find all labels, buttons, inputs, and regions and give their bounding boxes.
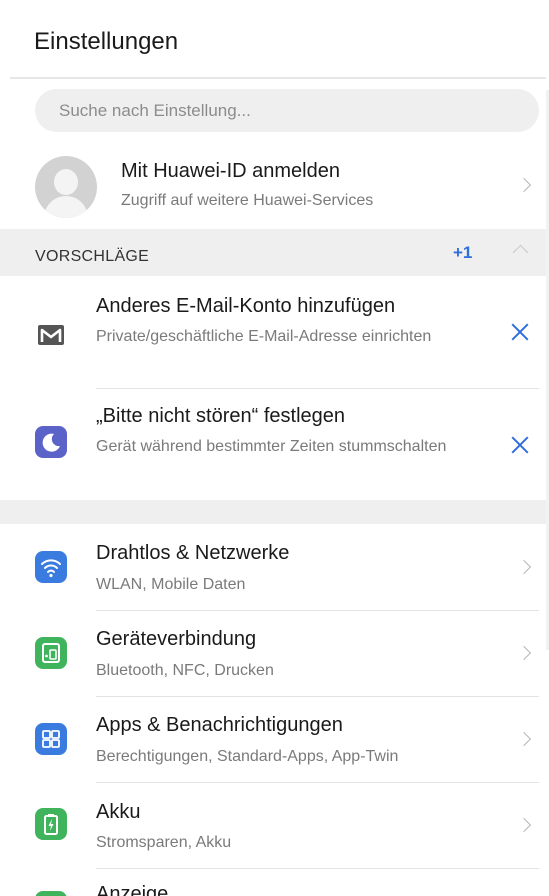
battery-icon <box>35 808 67 840</box>
close-icon[interactable] <box>509 321 531 343</box>
settings-item-title: Akku <box>96 801 141 823</box>
chevron-right-icon <box>516 559 532 575</box>
settings-item-title: Anzeige <box>96 883 169 896</box>
avatar <box>35 156 97 218</box>
settings-item-apps-notifications[interactable]: Apps & Benachrichtigungen Berechtigungen… <box>0 697 549 783</box>
device-connection-icon <box>35 637 67 669</box>
suggestion-title: „Bitte nicht stören“ festlegen <box>96 405 346 427</box>
chevron-right-icon <box>516 645 532 661</box>
suggestions-header: VORSCHLÄGE +1 <box>0 229 549 276</box>
suggestions-label: VORSCHLÄGE <box>35 248 150 265</box>
settings-item-subtitle: Bluetooth, NFC, Drucken <box>96 662 274 679</box>
search-input[interactable]: Suche nach Einstellung... <box>35 89 539 132</box>
mail-icon <box>35 319 67 351</box>
suggestion-title: Anderes E-Mail-Konto hinzufügen <box>96 295 396 317</box>
chevron-right-icon <box>516 817 532 833</box>
account-title: Mit Huawei-ID anmelden <box>121 160 340 182</box>
display-icon <box>35 891 67 896</box>
settings-item-device-connection[interactable]: Geräteverbindung Bluetooth, NFC, Drucken <box>0 611 549 697</box>
moon-icon <box>35 426 67 458</box>
header-divider <box>10 77 546 79</box>
settings-item-subtitle: WLAN, Mobile Daten <box>96 576 246 593</box>
chevron-right-icon <box>516 177 532 193</box>
settings-item-title: Drahtlos & Netzwerke <box>96 542 290 564</box>
apps-icon <box>35 723 67 755</box>
app-header: Einstellungen <box>0 0 549 79</box>
suggestion-subtitle: Gerät während bestimmter Zeiten stummsch… <box>96 438 447 455</box>
settings-item-subtitle: Stromsparen, Akku <box>96 834 232 851</box>
suggestion-subtitle: Private/geschäftliche E-Mail-Adresse ein… <box>96 328 432 345</box>
suggestions-count-badge[interactable]: +1 <box>453 243 472 263</box>
section-gap <box>0 500 549 524</box>
suggestion-item-do-not-disturb[interactable]: „Bitte nicht stören“ festlegen Gerät wäh… <box>0 389 549 500</box>
wifi-icon <box>35 551 67 583</box>
settings-item-battery[interactable]: Akku Stromsparen, Akku <box>0 783 549 869</box>
page-title: Einstellungen <box>34 28 179 55</box>
huawei-id-login-item[interactable]: Mit Huawei-ID anmelden Zugriff auf weite… <box>0 140 549 230</box>
account-subtitle: Zugriff auf weitere Huawei-Services <box>121 192 374 209</box>
chevron-up-icon[interactable] <box>512 244 529 261</box>
settings-item-display[interactable]: Anzeige <box>0 869 549 896</box>
settings-item-subtitle: Berechtigungen, Standard-Apps, App-Twin <box>96 748 399 765</box>
chevron-right-icon <box>516 731 532 747</box>
settings-item-title: Geräteverbindung <box>96 628 257 650</box>
suggestion-item-email[interactable]: Anderes E-Mail-Konto hinzufügen Private/… <box>0 276 549 388</box>
settings-item-title: Apps & Benachrichtigungen <box>96 714 343 736</box>
close-icon[interactable] <box>509 434 531 456</box>
settings-item-wireless-networks[interactable]: Drahtlos & Netzwerke WLAN, Mobile Daten <box>0 524 549 610</box>
search-placeholder: Suche nach Einstellung... <box>59 101 251 120</box>
